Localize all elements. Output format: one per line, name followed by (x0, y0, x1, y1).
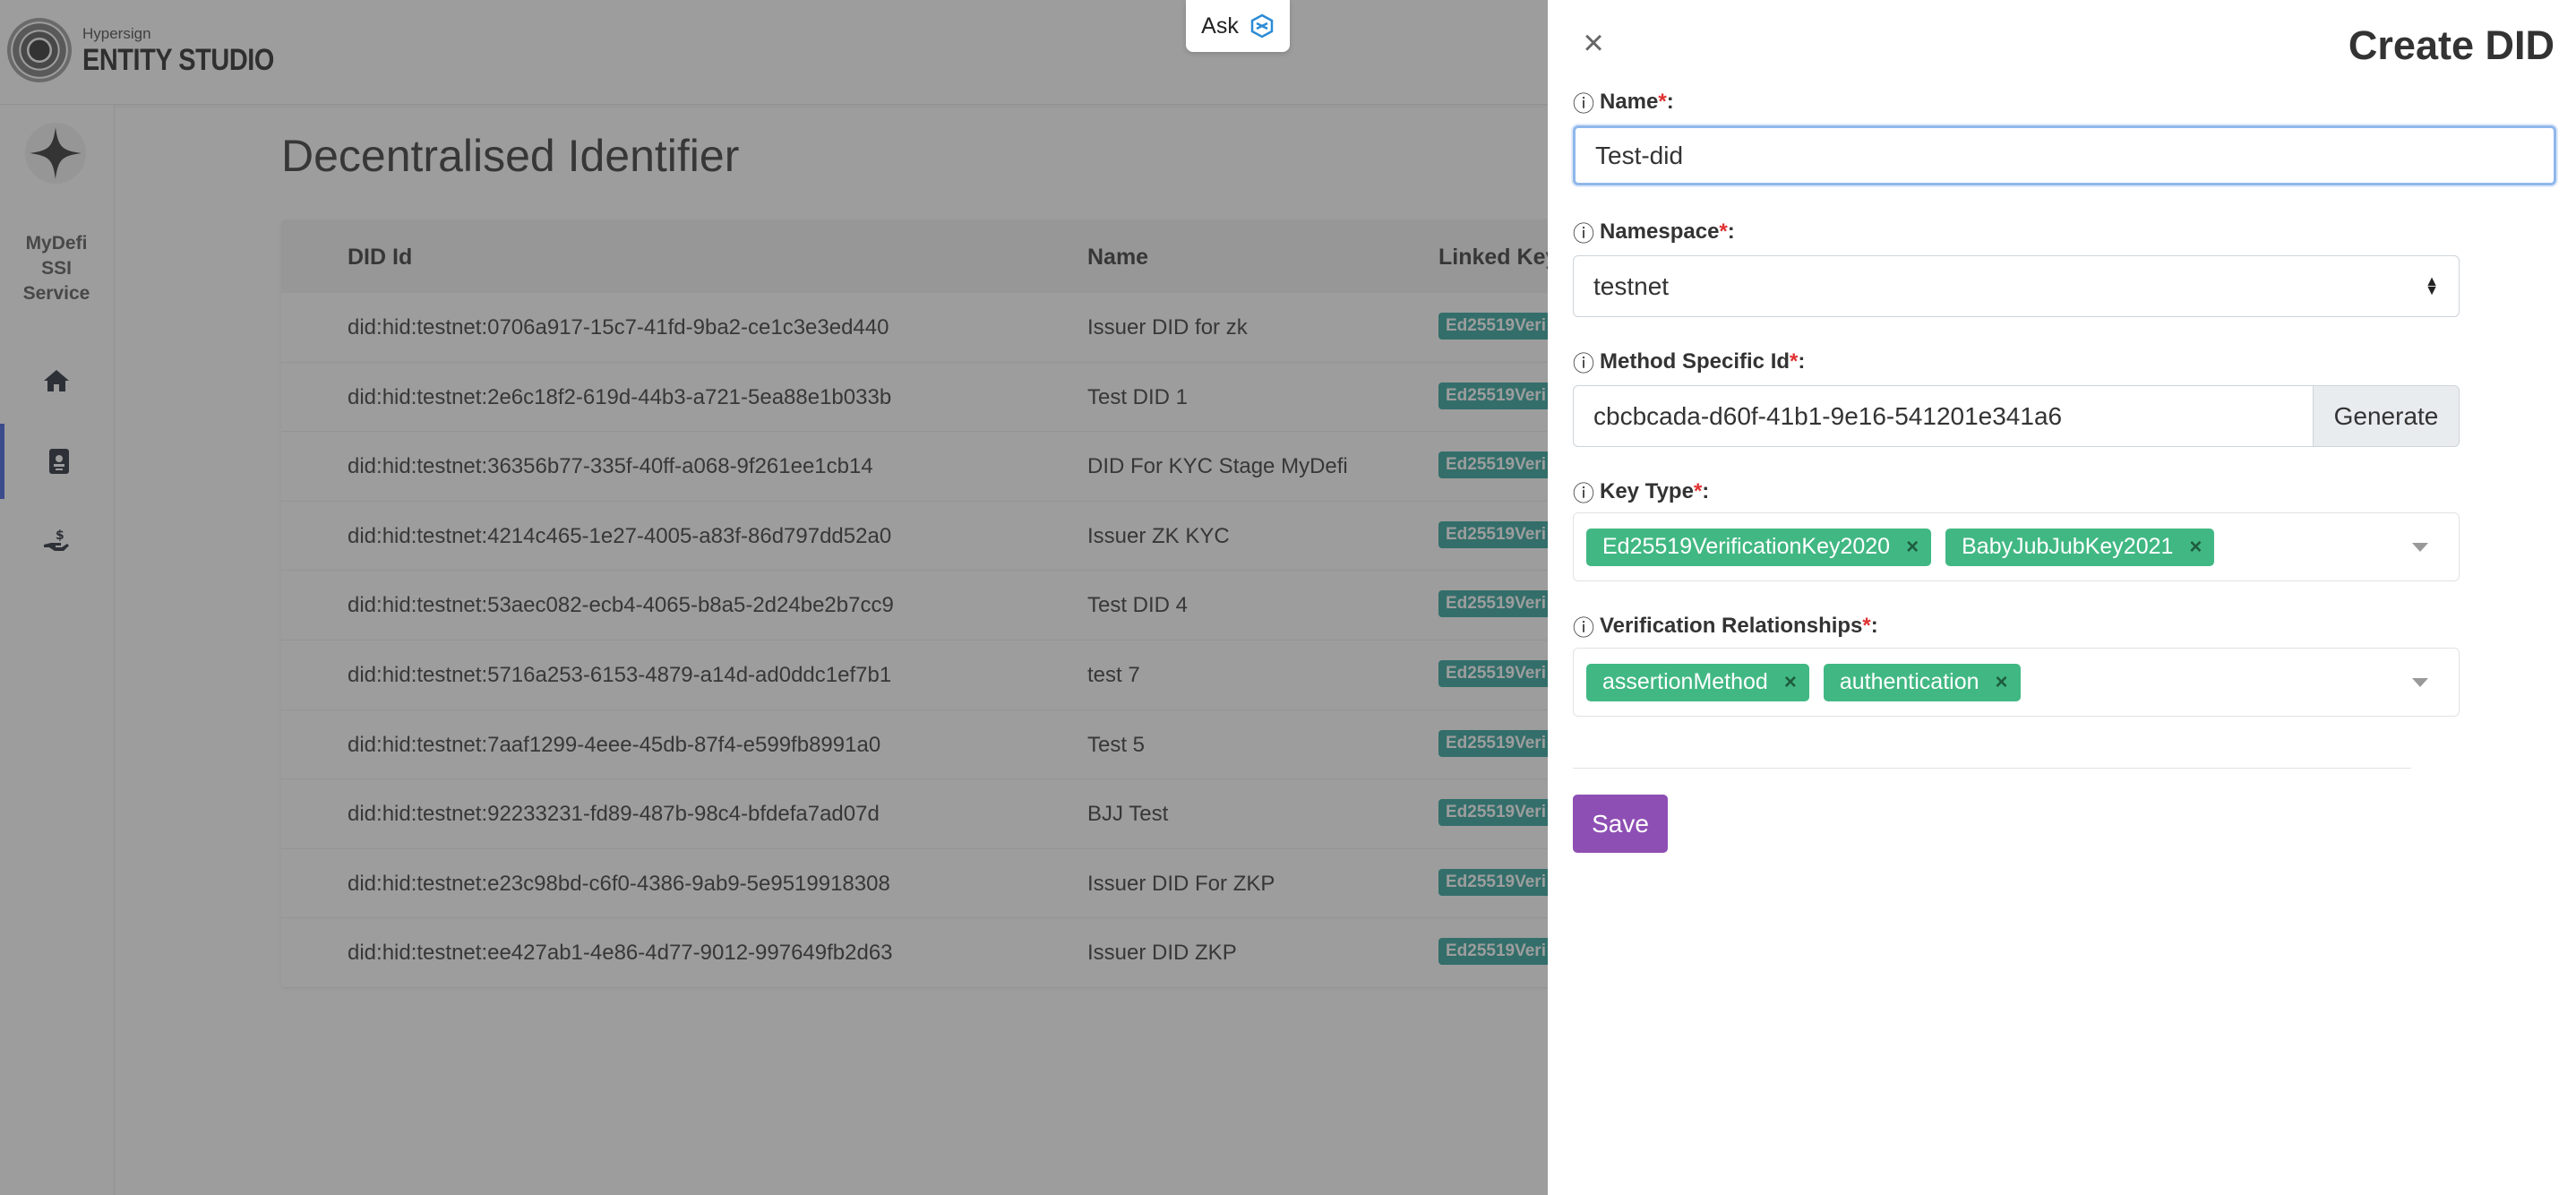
required-asterisk: * (1790, 348, 1799, 374)
verification-relationship-tag: authentication × (1823, 663, 2021, 701)
remove-tag-icon[interactable]: × (1784, 670, 1797, 695)
save-button[interactable]: Save (1573, 795, 1668, 853)
key-type-multiselect[interactable]: Ed25519VerificationKey2020 × BabyJubJubK… (1573, 512, 2460, 581)
method-specific-id-group: Generate (1573, 385, 2460, 447)
namespace-select[interactable]: testnet ▲ ▼ (1573, 255, 2460, 317)
close-icon[interactable]: × (1577, 25, 1610, 61)
create-did-panel: × Create DID ⓘ Name*: ⓘ Namespace*: test… (1548, 0, 2576, 1195)
info-icon: ⓘ (1573, 616, 1594, 640)
info-icon: ⓘ (1573, 222, 1594, 246)
info-icon: ⓘ (1573, 92, 1594, 116)
method-specific-id-input[interactable] (1573, 385, 2313, 447)
info-icon: ⓘ (1573, 352, 1594, 376)
key-type-label: ⓘ Key Type*: (1573, 476, 1709, 507)
method-specific-id-label: ⓘ Method Specific Id*: (1573, 346, 1805, 377)
required-asterisk: * (1693, 478, 1703, 503)
form-divider (1573, 768, 2411, 769)
remove-tag-icon[interactable]: × (2189, 535, 2202, 560)
remove-tag-icon[interactable]: × (1996, 670, 2008, 695)
required-asterisk: * (1719, 219, 1728, 244)
generate-button[interactable]: Generate (2313, 385, 2460, 447)
key-type-tag: Ed25519VerificationKey2020 × (1586, 528, 1932, 566)
required-asterisk: * (1862, 613, 1871, 638)
ask-label: Ask (1201, 13, 1239, 39)
caret-down-icon[interactable] (2412, 677, 2428, 687)
verification-relationship-tag: assertionMethod × (1586, 663, 1809, 701)
required-asterisk: * (1658, 89, 1667, 114)
verification-relationships-multiselect[interactable]: assertionMethod × authentication × (1573, 648, 2460, 717)
namespace-value: testnet (1593, 271, 1670, 300)
ask-cube-icon (1250, 13, 1274, 39)
name-label: ⓘ Name*: (1573, 86, 1674, 117)
select-arrows-icon: ▲ ▼ (2425, 273, 2439, 298)
namespace-label: ⓘ Namespace*: (1573, 216, 1735, 247)
name-input[interactable] (1573, 125, 2556, 185)
caret-down-icon[interactable] (2412, 542, 2428, 552)
remove-tag-icon[interactable]: × (1906, 535, 1919, 560)
verification-relationships-label: ⓘ Verification Relationships*: (1573, 610, 1878, 641)
panel-title: Create DID (2348, 22, 2555, 68)
key-type-tag: BabyJubJubKey2021 × (1945, 528, 2215, 566)
ask-button[interactable]: Ask (1186, 0, 1290, 52)
info-icon: ⓘ (1573, 482, 1594, 506)
